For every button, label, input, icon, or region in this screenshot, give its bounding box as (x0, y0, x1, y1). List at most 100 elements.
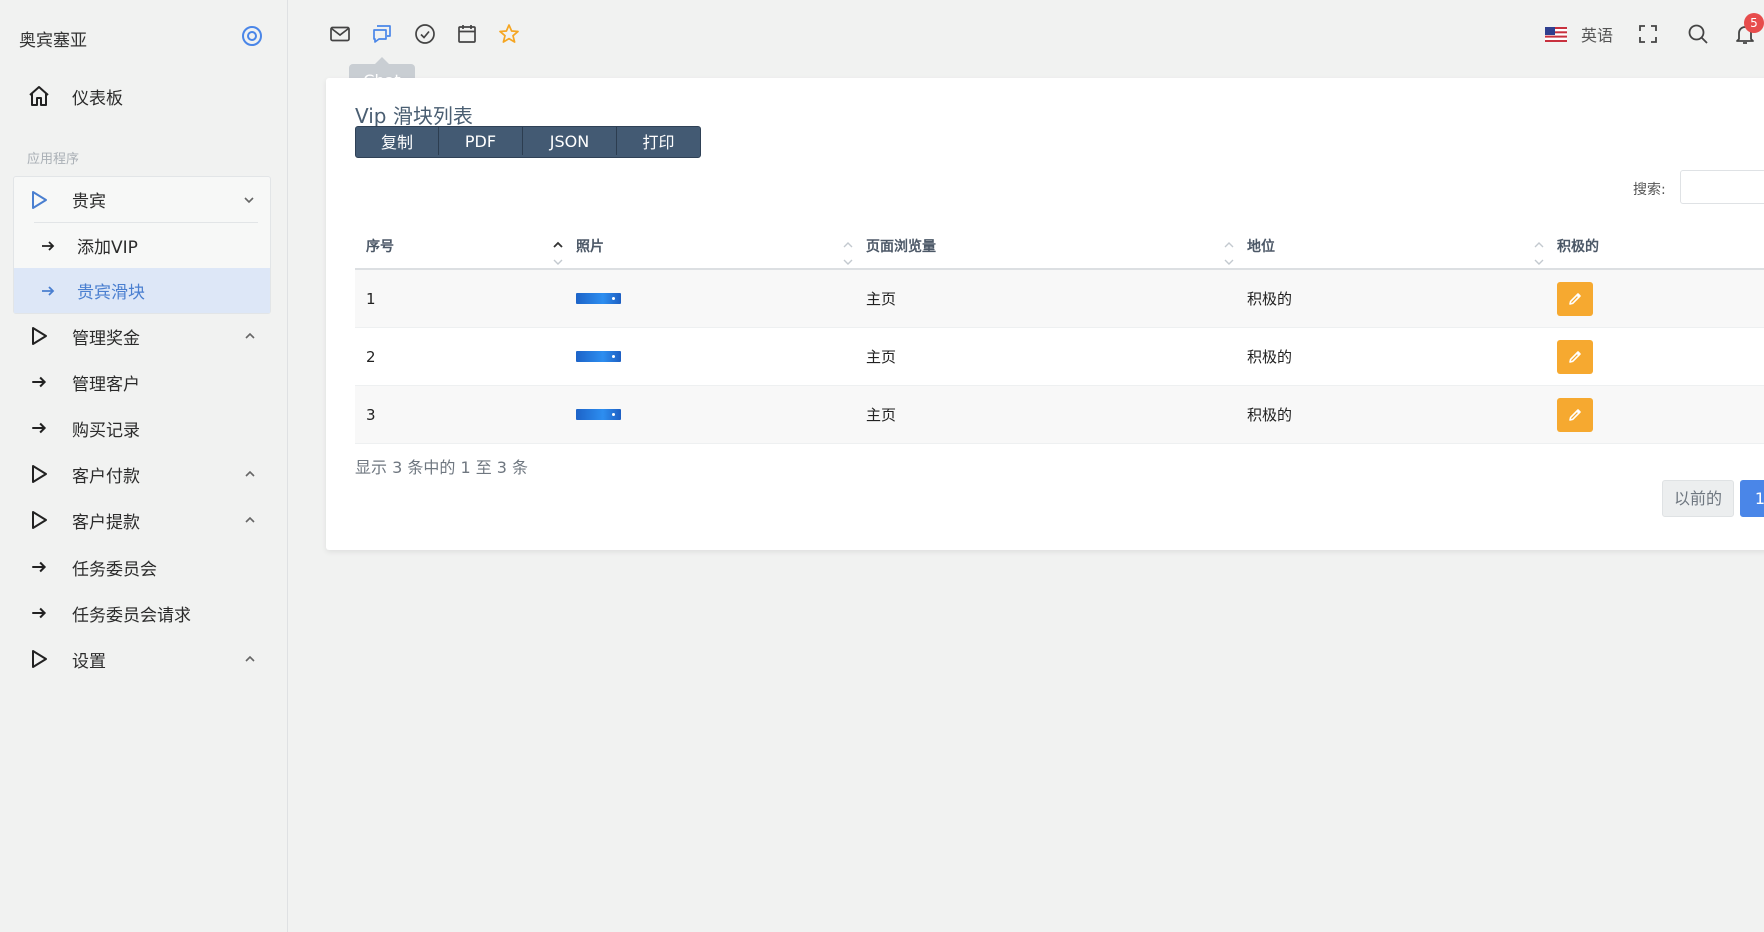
cell-id: 2 (355, 327, 565, 386)
pdf-button[interactable]: PDF (439, 127, 523, 155)
edit-button[interactable] (1557, 397, 1593, 432)
arrow-right-icon (27, 370, 51, 394)
sidebar-section-label: 应用程序 (27, 152, 80, 167)
chat-icon[interactable] (369, 21, 395, 47)
cell-photo (565, 327, 855, 386)
previous-page-button[interactable]: 以前的 (1662, 480, 1734, 517)
slider-thumbnail[interactable] (576, 293, 621, 304)
pencil-icon (1569, 408, 1581, 421)
sidebar-group-vip: 贵宾 添加VIP 贵宾滑块 (13, 176, 271, 314)
sidebar-item-customer-payments[interactable]: 客户付款 (14, 453, 271, 495)
arrow-right-icon (38, 236, 58, 256)
star-icon[interactable] (496, 21, 522, 47)
check-circle-icon[interactable] (412, 21, 438, 47)
search-icon[interactable] (1685, 21, 1711, 47)
chevron-up-icon (245, 655, 255, 662)
play-icon (27, 647, 51, 671)
column-header-active[interactable]: 积极的 (1546, 224, 1764, 270)
sidebar-item-task-committee[interactable]: 任务委员会 (14, 546, 271, 588)
table-row: 2 主页 积极的 (355, 327, 1764, 386)
edit-button[interactable] (1557, 281, 1593, 316)
column-header-photo[interactable]: 照片 (565, 224, 855, 270)
home-icon (27, 84, 51, 108)
page-button-1[interactable]: 1 (1740, 480, 1764, 517)
sidebar-item-vip-slider[interactable]: 贵宾滑块 (14, 268, 270, 313)
sidebar-item-label: 客户付款 (72, 466, 140, 487)
table-info: 显示 3 条中的 1 至 3 条 (355, 458, 529, 477)
sidebar-item-label: 贵宾 (72, 192, 106, 212)
sidebar-item-label: 任务委员会 (72, 559, 157, 580)
sidebar-item-label: 任务委员会请求 (72, 605, 191, 626)
column-header-label: 积极的 (1557, 239, 1599, 255)
sidebar-item-vip[interactable]: 贵宾 (14, 177, 270, 222)
sidebar-item-label: 贵宾滑块 (77, 283, 145, 303)
sidebar-item-dashboard[interactable]: 仪表板 (14, 76, 271, 116)
chevron-up-icon (245, 516, 255, 523)
brand-name: 奥宾塞亚 (19, 31, 87, 51)
json-button[interactable]: JSON (523, 127, 617, 155)
sidebar-item-add-vip[interactable]: 添加VIP (14, 223, 270, 268)
sidebar-item-label: 添加VIP (77, 238, 138, 258)
sidebar-item-settings[interactable]: 设置 (14, 638, 271, 680)
play-icon (27, 324, 51, 348)
vip-slider-card: Vip 滑块列表 复制 PDF JSON 打印 搜索: 序号 照片 页面浏览量 (326, 78, 1764, 550)
play-icon (27, 508, 51, 532)
sidebar-item-task-committee-requests[interactable]: 任务委员会请求 (14, 592, 271, 634)
cell-page: 主页 (855, 327, 1236, 386)
column-header-page-views[interactable]: 页面浏览量 (855, 224, 1236, 270)
sidebar-item-label: 设置 (72, 651, 106, 672)
sidebar: 奥宾塞亚 仪表板 应用程序 贵宾 添加VIP 贵宾滑块 管理奖金 管理客户 购买… (0, 0, 288, 932)
slider-thumbnail[interactable] (576, 409, 621, 420)
chevron-up-icon (245, 332, 255, 339)
arrow-right-icon (27, 555, 51, 579)
search-input[interactable] (1680, 170, 1764, 204)
sidebar-item-label: 管理客户 (72, 374, 140, 395)
arrow-right-icon (27, 416, 51, 440)
copy-button[interactable]: 复制 (356, 127, 439, 155)
sidebar-item-manage-customers[interactable]: 管理客户 (14, 361, 271, 403)
sort-asc-icon (553, 241, 563, 265)
arrow-right-icon (27, 601, 51, 625)
target-icon[interactable] (240, 24, 264, 48)
column-header-label: 照片 (576, 239, 604, 255)
cell-id: 1 (355, 269, 565, 328)
sort-icon (843, 242, 853, 265)
arrow-right-icon (38, 281, 58, 301)
cell-page: 主页 (855, 269, 1236, 328)
column-header-status[interactable]: 地位 (1236, 224, 1546, 270)
slider-thumbnail[interactable] (576, 351, 621, 362)
sidebar-item-label: 仪表板 (72, 88, 123, 109)
us-flag-icon (1545, 26, 1567, 42)
chevron-up-icon (245, 470, 255, 477)
sidebar-item-label: 购买记录 (72, 420, 140, 441)
mail-icon[interactable] (327, 21, 353, 47)
sort-icon (1534, 242, 1544, 265)
column-header-id[interactable]: 序号 (355, 224, 565, 270)
pencil-icon (1569, 350, 1581, 363)
language-label: 英语 (1581, 26, 1614, 45)
cell-actions (1546, 327, 1764, 386)
export-button-group: 复制 PDF JSON 打印 (355, 126, 701, 158)
cell-status: 积极的 (1236, 385, 1546, 444)
edit-button[interactable] (1557, 339, 1593, 374)
sidebar-item-label: 管理奖金 (72, 328, 140, 349)
cell-page: 主页 (855, 385, 1236, 444)
language-selector[interactable]: 英语 (1545, 22, 1613, 46)
calendar-icon[interactable] (454, 21, 480, 47)
sidebar-item-manage-bonus[interactable]: 管理奖金 (14, 315, 271, 357)
column-header-label: 序号 (366, 239, 394, 255)
print-button[interactable]: 打印 (617, 127, 700, 155)
notification-badge: 5 (1744, 13, 1764, 33)
table-row: 3 主页 积极的 (355, 385, 1764, 444)
fullscreen-icon[interactable] (1635, 21, 1661, 47)
column-header-label: 地位 (1247, 239, 1275, 255)
sidebar-item-customer-withdrawals[interactable]: 客户提款 (14, 499, 271, 541)
search-label: 搜索: (1633, 182, 1666, 198)
chevron-down-icon (244, 196, 254, 203)
sidebar-item-label: 客户提款 (72, 512, 140, 533)
cell-photo (565, 269, 855, 328)
cell-status: 积极的 (1236, 269, 1546, 328)
cell-status: 积极的 (1236, 327, 1546, 386)
column-header-label: 页面浏览量 (866, 239, 936, 255)
sidebar-item-purchase-records[interactable]: 购买记录 (14, 407, 271, 449)
